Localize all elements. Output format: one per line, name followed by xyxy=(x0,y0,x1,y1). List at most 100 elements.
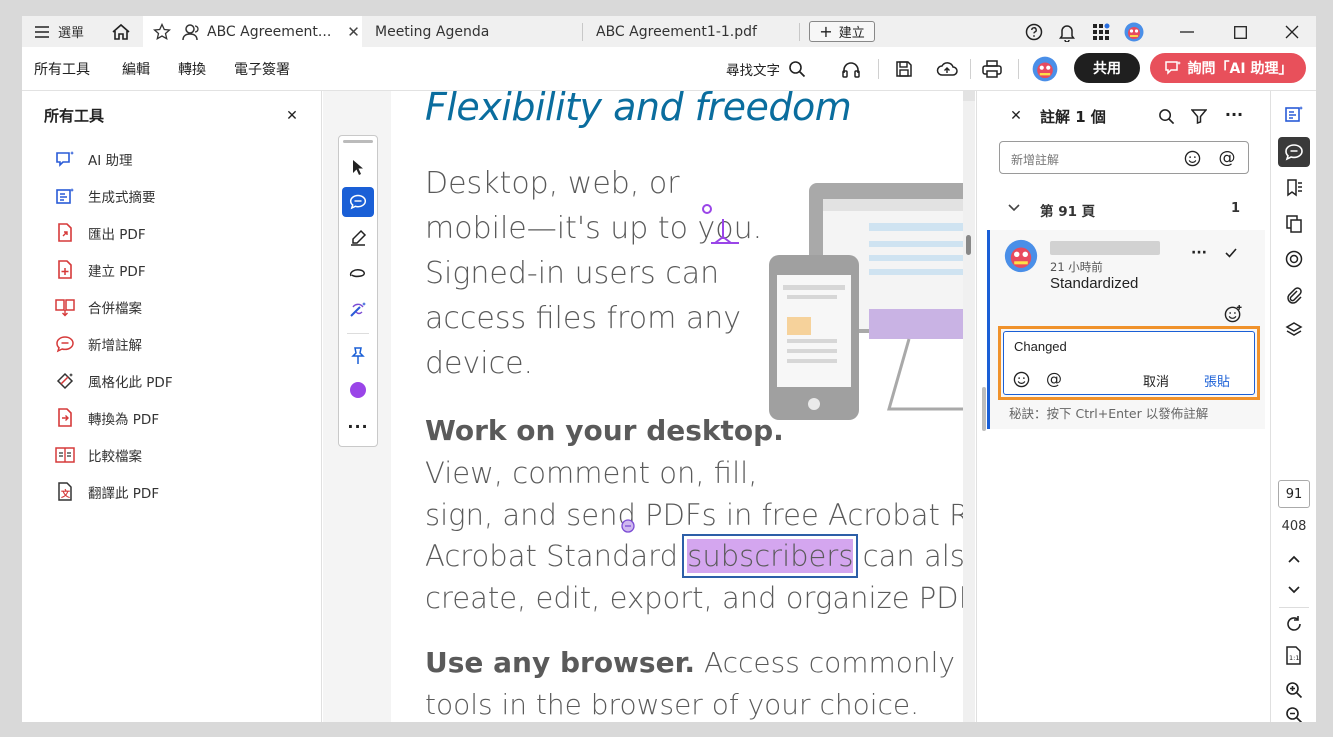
tool-label: AI 助理 xyxy=(88,152,133,169)
zoom-in-icon[interactable] xyxy=(1278,675,1310,705)
panel-resize-handle[interactable] xyxy=(982,387,986,431)
home-icon[interactable] xyxy=(108,20,134,44)
tool-ai-assistant[interactable]: AI 助理 xyxy=(52,140,302,177)
share-button[interactable]: 共用 xyxy=(1074,53,1140,83)
color-picker-icon[interactable] xyxy=(343,376,373,404)
layers-icon[interactable] xyxy=(1278,315,1310,345)
menu-convert[interactable]: 轉換 xyxy=(178,47,206,91)
zoom-out-icon[interactable] xyxy=(1278,705,1310,722)
menu-all-tools[interactable]: 所有工具 xyxy=(34,47,90,91)
ask-ai-button[interactable]: 詢問「AI 助理」 xyxy=(1150,53,1306,83)
shared-avatar[interactable] xyxy=(1031,55,1059,83)
tool-add-comment[interactable]: 新增註解 xyxy=(52,325,302,362)
page-comment-count: 1 xyxy=(1231,201,1241,216)
comments-rail-icon[interactable] xyxy=(1278,137,1310,167)
highlight-pen-icon[interactable] xyxy=(343,224,373,252)
search-comments-icon[interactable] xyxy=(1155,105,1177,127)
comment-card[interactable]: 21 小時前 Standardized ··· Changed @ 取消 張貼 xyxy=(987,230,1265,429)
resolve-check-icon[interactable] xyxy=(1222,243,1240,263)
text-span: Access commonly used f xyxy=(703,646,975,679)
chevron-down-icon[interactable] xyxy=(1005,199,1023,217)
toolbar-divider xyxy=(970,59,971,79)
mention-icon[interactable]: @ xyxy=(1217,148,1237,168)
comment-more-icon[interactable]: ··· xyxy=(1188,243,1210,263)
close-tab-icon[interactable]: ✕ xyxy=(347,23,360,41)
tool-combine-files[interactable]: 合併檔案 xyxy=(52,288,302,325)
menu-label: 編輯 xyxy=(122,62,150,78)
tab-abc-agreement[interactable]: ABC Agreement... ✕ xyxy=(143,16,362,47)
lasso-draw-icon[interactable] xyxy=(343,260,373,288)
tool-stylize-pdf[interactable]: 風格化此 PDF xyxy=(52,362,302,399)
tab-divider xyxy=(799,23,800,41)
print-icon[interactable] xyxy=(978,57,1006,81)
pages-icon[interactable] xyxy=(1278,209,1310,239)
select-cursor-icon[interactable] xyxy=(343,154,373,182)
text-line: Desktop, web, or xyxy=(425,166,680,201)
close-panel-icon[interactable]: ✕ xyxy=(282,106,302,126)
cancel-button[interactable]: 取消 xyxy=(1143,371,1169,390)
previous-page-icon[interactable] xyxy=(1278,544,1310,574)
reply-tip: 秘訣：按下 Ctrl+Enter 以發佈註解 xyxy=(1009,406,1209,421)
tab-divider xyxy=(582,23,583,41)
layers-target-icon[interactable] xyxy=(1278,244,1310,274)
highlighted-word[interactable]: subscribers xyxy=(682,534,859,578)
bookmarks-icon[interactable] xyxy=(1278,173,1310,203)
menu-e-sign[interactable]: 電子簽署 xyxy=(234,47,290,91)
close-comments-icon[interactable]: ✕ xyxy=(1005,105,1027,127)
insert-text-marker[interactable] xyxy=(701,203,741,251)
comment-anchor-marker[interactable] xyxy=(621,519,635,533)
find-text-button[interactable]: 尋找文字 xyxy=(726,47,806,91)
tab-meeting-agenda[interactable]: Meeting Agenda xyxy=(375,16,580,47)
add-reaction-icon[interactable] xyxy=(1222,302,1244,324)
menu-edit[interactable]: 編輯 xyxy=(122,47,150,91)
rotate-icon[interactable] xyxy=(1278,609,1310,639)
menu-button[interactable]: 選單 xyxy=(34,16,94,47)
add-comment-input[interactable]: 新增註解 @ xyxy=(999,141,1249,174)
more-options-icon[interactable]: ··· xyxy=(1221,103,1247,125)
minimize-icon[interactable] xyxy=(1172,20,1202,44)
tool-create-pdf[interactable]: 建立 PDF xyxy=(52,251,302,288)
reply-input[interactable]: Changed @ 取消 張貼 xyxy=(1003,331,1255,395)
close-window-icon[interactable] xyxy=(1277,20,1307,44)
comment-tool-icon[interactable] xyxy=(342,187,374,217)
ai-chat-icon xyxy=(1164,60,1182,76)
star-icon[interactable] xyxy=(153,22,171,41)
fit-page-icon[interactable]: 1:1 xyxy=(1278,641,1310,671)
right-rail: 91 408 1:1 xyxy=(1270,91,1316,722)
acrobat-window: 選單 ABC Agreement... ✕ Meeting Agenda ABC… xyxy=(22,16,1316,722)
page-number-input[interactable]: 91 xyxy=(1278,480,1310,508)
post-button[interactable]: 張貼 xyxy=(1204,371,1230,390)
more-tools-icon[interactable]: ··· xyxy=(343,414,373,438)
drag-handle[interactable] xyxy=(343,140,373,143)
tool-export-pdf[interactable]: 匯出 PDF xyxy=(52,214,302,251)
document-scrollbar[interactable] xyxy=(963,91,975,722)
filter-icon[interactable] xyxy=(1188,105,1210,127)
apps-grid-icon[interactable] xyxy=(1090,21,1112,43)
cloud-upload-icon[interactable] xyxy=(933,57,961,81)
paragraph-3: Use any browser. Access commonly used f xyxy=(425,646,975,679)
tab-abc-agreement-1-1[interactable]: ABC Agreement1-1.pdf xyxy=(596,16,801,47)
emoji-icon[interactable] xyxy=(1182,148,1202,168)
tool-translate-pdf[interactable]: 文 翻譯此 PDF xyxy=(52,473,302,510)
profile-avatar[interactable] xyxy=(1123,21,1145,43)
headphones-icon[interactable] xyxy=(838,57,864,81)
attachment-icon[interactable] xyxy=(1278,280,1310,310)
mention-icon[interactable]: @ xyxy=(1044,368,1064,388)
ai-magic-pen-icon[interactable] xyxy=(343,296,373,324)
pin-icon[interactable] xyxy=(343,342,373,370)
scroll-thumb[interactable] xyxy=(966,235,971,255)
maximize-icon[interactable] xyxy=(1225,20,1255,44)
help-icon[interactable] xyxy=(1023,21,1045,43)
save-icon[interactable] xyxy=(891,57,917,81)
tool-generative-summary[interactable]: 生成式摘要 xyxy=(52,177,302,214)
tool-compare-files[interactable]: 比較檔案 xyxy=(52,436,302,473)
generative-summary-rail-icon[interactable] xyxy=(1278,99,1310,129)
bell-icon[interactable] xyxy=(1056,21,1078,43)
create-tab-button[interactable]: + 建立 xyxy=(809,21,875,42)
emoji-icon[interactable] xyxy=(1011,369,1031,389)
scroll-top[interactable] xyxy=(963,91,975,101)
tool-convert-pdf[interactable]: 轉換為 PDF xyxy=(52,399,302,436)
menu-label: 所有工具 xyxy=(34,62,90,78)
next-page-icon[interactable] xyxy=(1278,575,1310,605)
tab-title: ABC Agreement1-1.pdf xyxy=(596,23,757,40)
